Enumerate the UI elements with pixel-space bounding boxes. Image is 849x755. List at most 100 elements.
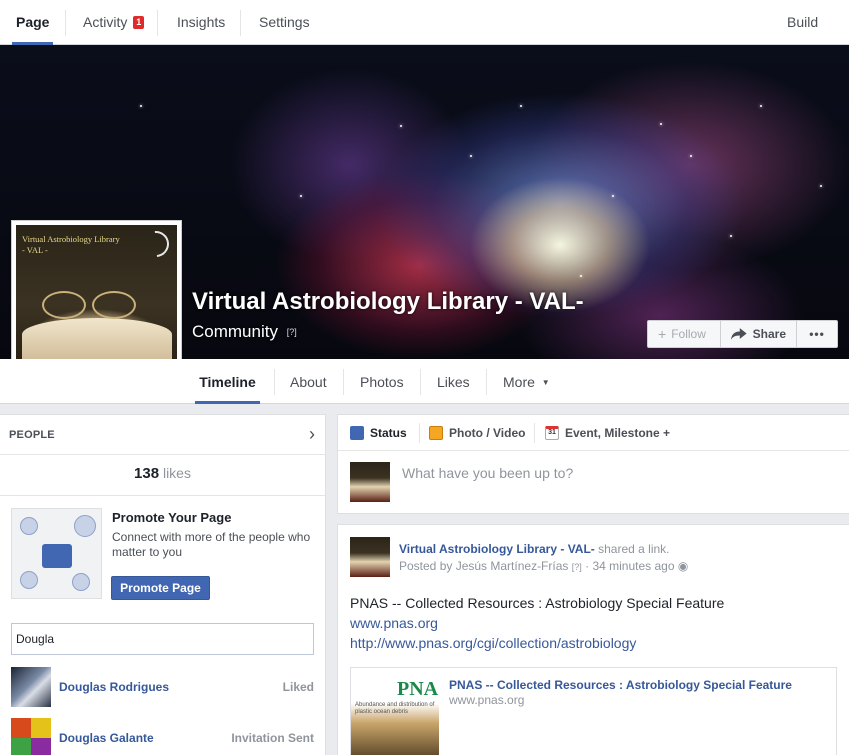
- star: [140, 105, 142, 107]
- calendar-icon: 31: [545, 426, 559, 440]
- post-action: shared a link.: [594, 542, 670, 556]
- category-help-link[interactable]: [?]: [287, 327, 297, 337]
- globe-icon[interactable]: ◉: [678, 559, 688, 573]
- follow-label: Follow: [671, 327, 706, 341]
- likes-count: 138: [134, 465, 160, 482]
- chevron-right-icon[interactable]: ›: [309, 424, 315, 445]
- tab-insights[interactable]: Insights: [173, 0, 229, 45]
- cover-actions: + Follow Share •••: [647, 320, 838, 348]
- friend-name[interactable]: Douglas Rodrigues: [59, 680, 169, 694]
- tab-more[interactable]: More ▼: [503, 359, 550, 404]
- list-item[interactable]: Douglas Rodrigues Liked: [11, 667, 316, 707]
- composer-tab-event-label: Event, Milestone +: [565, 426, 671, 440]
- more-options-button[interactable]: •••: [797, 320, 838, 348]
- tab-about[interactable]: About: [290, 359, 327, 404]
- posted-by[interactable]: Posted by Jesús Martínez-Frías: [399, 559, 568, 573]
- admin-tab-bar: Page Activity 1 Insights Settings Build …: [0, 0, 849, 74]
- star: [470, 155, 472, 157]
- star: [660, 123, 662, 125]
- star: [820, 185, 822, 187]
- composer-input[interactable]: What have you been up to?: [402, 465, 573, 481]
- page-title[interactable]: Virtual Astrobiology Library - VAL-: [192, 288, 584, 316]
- star: [300, 195, 302, 197]
- star: [612, 195, 614, 197]
- people-card: PEOPLE › 138 likes Promote Your Page Con…: [0, 414, 326, 755]
- tab-divider: [486, 369, 487, 395]
- composer-tab-status-label: Status: [370, 426, 407, 440]
- person-icon: [74, 515, 96, 537]
- help-link[interactable]: [?]: [572, 562, 582, 572]
- attachment-host: www.pnas.org: [449, 693, 525, 707]
- composer-tab-photo[interactable]: Photo / Video: [429, 426, 525, 440]
- post-text: PNAS -- Collected Resources : Astrobiolo…: [350, 595, 725, 611]
- page-avatar[interactable]: [350, 537, 390, 577]
- tab-divider: [343, 369, 344, 395]
- composer-tab-event[interactable]: 31 Event, Milestone +: [545, 426, 670, 440]
- promote-title: Promote Your Page: [112, 510, 232, 525]
- tab-activity-label: Activity: [83, 14, 128, 30]
- attachment-image-caption: Abundance and distribution of plastic oc…: [355, 702, 435, 715]
- attachment-image[interactable]: PNAS Abundance and distribution of plast…: [351, 678, 439, 755]
- caret-down-icon: ▼: [541, 378, 550, 387]
- page-avatar: [350, 462, 390, 502]
- moon-crescent: [137, 225, 175, 263]
- invite-friends-input[interactable]: Dougla: [11, 623, 314, 655]
- tab-activity[interactable]: Activity 1: [79, 0, 148, 45]
- attachment-title[interactable]: PNAS -- Collected Resources : Astrobiolo…: [449, 678, 792, 692]
- post-link[interactable]: www.pnas.org: [350, 615, 438, 631]
- tab-more-label: More: [503, 374, 535, 390]
- friend-name[interactable]: Douglas Galante: [59, 731, 154, 745]
- post-time[interactable]: · 34 minutes ago: [585, 559, 674, 573]
- list-item[interactable]: Douglas Galante Invitation Sent: [11, 718, 316, 755]
- tab-timeline[interactable]: Timeline: [195, 359, 260, 404]
- post-author[interactable]: Virtual Astrobiology Library - VAL-: [399, 542, 595, 556]
- tab-page[interactable]: Page: [12, 0, 54, 45]
- profile-image-text: Virtual Astrobiology Library - VAL -: [22, 234, 120, 255]
- tab-likes[interactable]: Likes: [437, 359, 470, 404]
- status-composer: Status Photo / Video 31 Event, Milestone…: [337, 414, 849, 514]
- timeline-post: Virtual Astrobiology Library - VAL- shar…: [337, 524, 849, 755]
- friend-status: Invitation Sent: [231, 731, 314, 745]
- star: [580, 275, 582, 277]
- post-header: Virtual Astrobiology Library - VAL- shar…: [399, 542, 670, 556]
- tab-divider: [419, 423, 420, 443]
- page-tab-bar: Timeline About Photos Likes More ▼: [0, 359, 849, 404]
- photo-icon: [429, 426, 443, 440]
- post-meta: Posted by Jesús Martínez-Frías [?] · 34 …: [399, 559, 688, 573]
- thumbs-up-icon: [42, 544, 72, 568]
- star: [520, 105, 522, 107]
- likes-label: likes: [162, 465, 191, 481]
- build-audience-button[interactable]: Build Audi: [783, 0, 849, 74]
- promote-page-button[interactable]: Promote Page: [111, 576, 210, 600]
- friend-status: Liked: [282, 680, 314, 694]
- follow-button[interactable]: + Follow: [647, 320, 721, 348]
- post-link[interactable]: http://www.pnas.org/cgi/collection/astro…: [350, 635, 636, 651]
- people-header[interactable]: PEOPLE: [9, 429, 55, 441]
- star: [400, 125, 402, 127]
- share-arrow-icon: [731, 328, 747, 340]
- promote-description: Connect with more of the people who matt…: [112, 530, 311, 559]
- person-icon: [20, 517, 38, 535]
- tab-divider: [65, 10, 66, 36]
- tab-divider: [157, 10, 158, 36]
- pencil-icon: [350, 426, 364, 440]
- plus-icon: +: [658, 326, 667, 342]
- link-attachment[interactable]: PNAS Abundance and distribution of plast…: [350, 667, 837, 755]
- reading-glasses: [36, 287, 146, 327]
- likes-summary[interactable]: 138 likes: [0, 465, 325, 482]
- person-icon: [72, 573, 90, 591]
- tab-divider: [534, 423, 535, 443]
- share-label: Share: [752, 327, 786, 341]
- composer-tab-status[interactable]: Status: [350, 426, 407, 440]
- share-button[interactable]: Share: [721, 320, 797, 348]
- avatar[interactable]: [11, 667, 51, 707]
- star: [730, 235, 732, 237]
- avatar[interactable]: [11, 718, 51, 755]
- attachment-logo: PNAS: [397, 678, 439, 700]
- star: [690, 155, 692, 157]
- tab-photos[interactable]: Photos: [360, 359, 404, 404]
- person-icon: [20, 571, 38, 589]
- category-label[interactable]: Community: [192, 322, 278, 341]
- tab-settings[interactable]: Settings: [255, 0, 314, 45]
- composer-tabs: Status Photo / Video 31 Event, Milestone…: [338, 415, 849, 451]
